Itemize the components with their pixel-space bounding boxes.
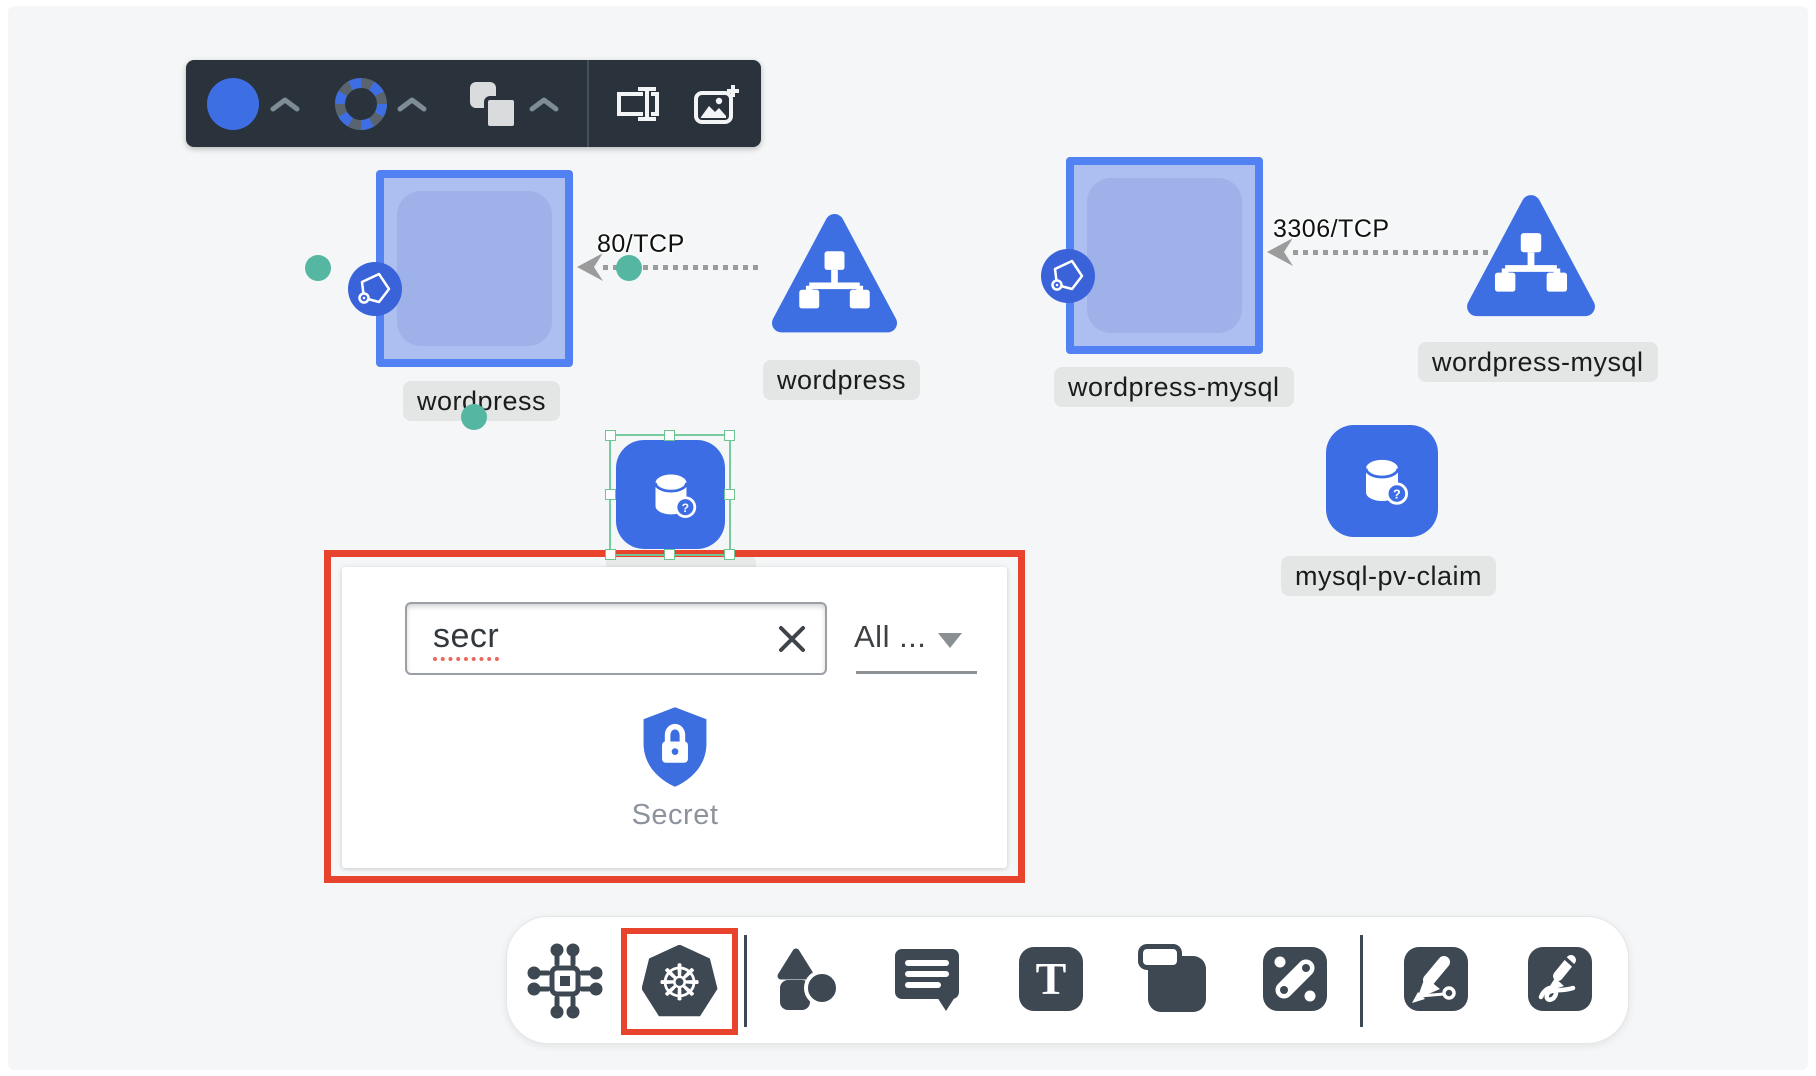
pod-icon[interactable] (348, 262, 402, 316)
node-label-wordpress-service[interactable]: wordpress (763, 360, 920, 400)
pod-pentagon-icon (1041, 249, 1095, 303)
pod-node-wordpress-mysql[interactable] (1066, 157, 1263, 354)
resize-handle-sw[interactable] (605, 549, 616, 560)
resize-handle-e[interactable] (724, 489, 735, 500)
resource-search-popup: secr All ... Secret (342, 567, 1007, 868)
edge-label-80-tcp[interactable]: 80/TCP (597, 230, 685, 259)
resize-handle-se[interactable] (724, 549, 735, 560)
text-tool[interactable]: T (1019, 947, 1083, 1011)
resize-handle-nw[interactable] (605, 430, 616, 441)
node-label-wordpress-mysql-service[interactable]: wordpress-mysql (1418, 342, 1658, 382)
frame-tool[interactable] (1138, 944, 1208, 1014)
style-toolbar (186, 60, 761, 147)
clear-search-icon[interactable] (777, 624, 807, 654)
dropdown-caret-icon[interactable] (938, 633, 962, 648)
edge-wordpress-mysql[interactable] (1293, 250, 1491, 255)
resize-handle-ne[interactable] (724, 430, 735, 441)
connection-handle[interactable] (305, 255, 331, 281)
resize-handle-n[interactable] (664, 430, 675, 441)
persistent-volume-icon: ? (1350, 449, 1414, 513)
pod-icon[interactable] (1041, 249, 1095, 303)
freehand-draw-icon (1528, 947, 1592, 1011)
app-window: wordpress 80/TCP wordpress (0, 0, 1816, 1076)
rename-button[interactable] (613, 84, 661, 124)
filter-underline (856, 671, 977, 674)
text-tool-icon: T (1036, 956, 1067, 1002)
annotation-popup-highlight: secr All ... Secret (324, 550, 1025, 883)
selection-bounding-box (609, 434, 731, 556)
replace-image-button[interactable] (693, 83, 739, 127)
chain-link-icon (1263, 947, 1327, 1011)
kubernetes-tool-highlight: ☸ (621, 928, 738, 1035)
volume-node-mysql-pv-claim[interactable]: ? (1326, 425, 1438, 537)
resize-handle-w[interactable] (605, 489, 616, 500)
service-node-wordpress[interactable] (768, 210, 901, 343)
category-filter-select[interactable]: All ... (854, 619, 926, 655)
node-label-mysql-pv-claim[interactable]: mysql-pv-claim (1281, 556, 1496, 596)
diagram-canvas[interactable]: wordpress 80/TCP wordpress (8, 6, 1808, 1070)
copy-style-expand-chevron[interactable] (529, 96, 559, 112)
kubernetes-wheel-icon: ☸ (657, 958, 702, 1008)
node-label-wordpress-mysql-pod[interactable]: wordpress-mysql (1054, 367, 1294, 407)
toolbar-divider (744, 935, 747, 1027)
stroke-style-button[interactable] (333, 76, 389, 132)
toolbar-divider (1360, 935, 1363, 1027)
connector-pen-icon (1404, 947, 1468, 1011)
secret-result-icon[interactable] (638, 703, 712, 791)
service-node-wordpress-mysql[interactable] (1463, 191, 1599, 327)
shapes-tool[interactable] (772, 944, 844, 1016)
edge-label-3306-tcp[interactable]: 3306/TCP (1273, 215, 1390, 244)
connection-handle[interactable] (461, 404, 487, 430)
freehand-draw-tool[interactable] (1528, 947, 1592, 1011)
secret-result-label[interactable]: Secret (594, 799, 756, 832)
fill-color-expand-chevron[interactable] (270, 96, 300, 112)
search-query-text: secr (433, 617, 499, 661)
connector-pen-tool[interactable] (1404, 947, 1468, 1011)
copy-style-button[interactable] (470, 82, 514, 126)
comment-tool[interactable] (893, 947, 961, 1011)
fill-color-button[interactable] (207, 78, 259, 130)
bottom-toolbar: ☸ T (506, 916, 1629, 1044)
kubernetes-tool[interactable]: ☸ (642, 945, 718, 1019)
pod-pentagon-icon (348, 262, 402, 316)
chain-link-tool[interactable] (1263, 947, 1327, 1011)
question-badge: ? (1393, 488, 1401, 502)
diagram-network-tool[interactable] (526, 942, 604, 1020)
search-input[interactable]: secr (405, 602, 827, 675)
pod-node-wordpress[interactable] (376, 170, 573, 367)
toolbar-divider (587, 60, 589, 147)
resize-handle-s[interactable] (664, 549, 675, 560)
stroke-style-expand-chevron[interactable] (397, 96, 427, 112)
